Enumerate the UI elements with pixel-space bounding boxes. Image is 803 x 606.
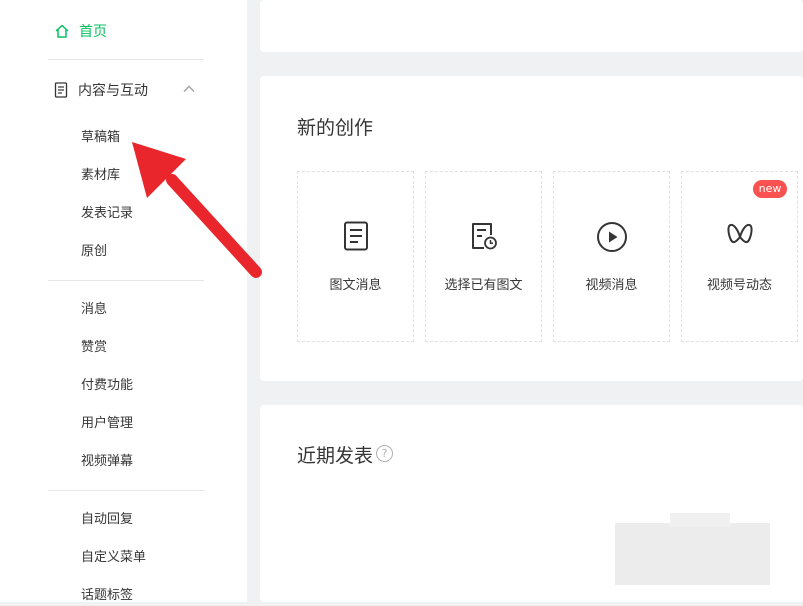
create-article-tile[interactable]: 图文消息 xyxy=(297,171,414,342)
sidebar: 首页 内容与互动 草稿箱 素材库 发表记录 原创 消息 赞赏 付费功能 用户管理… xyxy=(0,0,247,603)
sidebar-item-original[interactable]: 原创 xyxy=(81,242,107,262)
recent-posts-card: 近期发表 ? xyxy=(260,405,803,602)
sidebar-divider xyxy=(48,280,204,281)
document-icon xyxy=(343,221,368,251)
sidebar-item-drafts[interactable]: 草稿箱 xyxy=(81,128,120,148)
new-creation-card: 新的创作 图文消息 选择已有图文 视频消息 视频号动态 new xyxy=(260,76,803,381)
sidebar-item-user-management[interactable]: 用户管理 xyxy=(81,414,133,434)
sidebar-divider xyxy=(48,59,204,60)
sidebar-item-paid-features[interactable]: 付费功能 xyxy=(81,376,133,396)
blurred-content xyxy=(670,513,730,527)
select-existing-article-tile[interactable]: 选择已有图文 xyxy=(425,171,542,342)
sidebar-item-auto-reply[interactable]: 自动回复 xyxy=(81,510,133,530)
new-badge: new xyxy=(753,180,787,198)
recent-posts-title: 近期发表 xyxy=(297,445,374,467)
tile-label: 图文消息 xyxy=(329,278,382,293)
new-creation-title: 新的创作 xyxy=(297,117,374,139)
top-card xyxy=(260,0,803,52)
tile-label: 视频号动态 xyxy=(706,278,772,293)
sidebar-item-home[interactable]: 首页 xyxy=(54,20,107,42)
sidebar-item-rewards[interactable]: 赞赏 xyxy=(81,338,107,358)
sidebar-item-video-danmaku[interactable]: 视频弹幕 xyxy=(81,452,133,472)
sidebar-item-materials[interactable]: 素材库 xyxy=(81,166,120,186)
help-icon[interactable]: ? xyxy=(376,445,393,462)
channels-icon xyxy=(726,223,753,244)
sidebar-section-label: 内容与互动 xyxy=(78,83,148,99)
home-icon xyxy=(55,24,69,38)
sidebar-section-content[interactable]: 内容与互动 xyxy=(54,79,204,101)
sidebar-item-topic-tags[interactable]: 话题标签 xyxy=(81,586,133,606)
tile-label: 视频消息 xyxy=(585,278,638,293)
play-circle-icon xyxy=(596,222,627,252)
document-clock-icon xyxy=(471,223,497,250)
sidebar-item-publish-records[interactable]: 发表记录 xyxy=(81,204,133,224)
tile-label: 选择已有图文 xyxy=(444,278,523,293)
sidebar-divider xyxy=(48,490,204,491)
sidebar-item-messages[interactable]: 消息 xyxy=(81,300,107,320)
blurred-content xyxy=(615,523,770,585)
sidebar-item-home-label: 首页 xyxy=(79,24,107,40)
document-icon xyxy=(54,82,68,98)
chevron-up-icon[interactable] xyxy=(182,82,196,96)
video-message-tile[interactable]: 视频消息 xyxy=(553,171,670,342)
sidebar-item-custom-menu[interactable]: 自定义菜单 xyxy=(81,548,146,568)
